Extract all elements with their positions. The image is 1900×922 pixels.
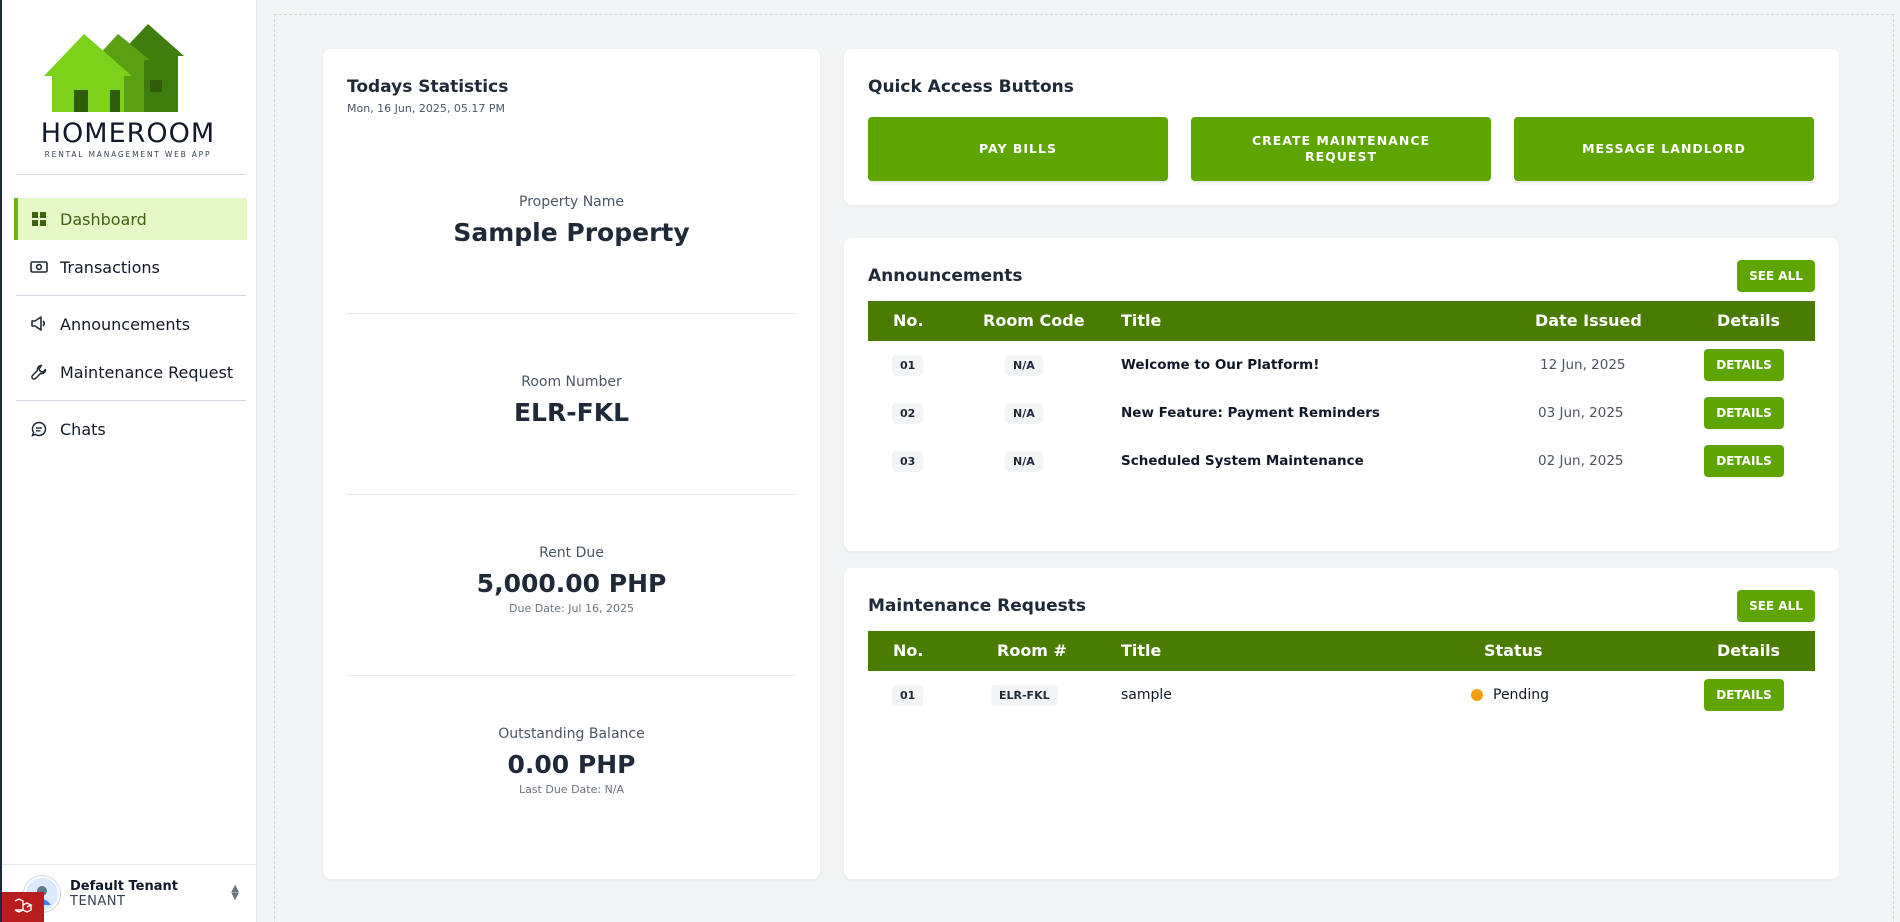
- row-number: 02: [892, 402, 924, 424]
- room-code: N/A: [1005, 450, 1043, 472]
- maintenance-requests-card: Maintenance Requests SEE ALL No. Room # …: [844, 568, 1839, 879]
- announcement-title: New Feature: Payment Reminders: [1121, 405, 1380, 421]
- stat-divider: [347, 675, 796, 676]
- row-number: 01: [892, 354, 924, 376]
- homeroom-logo: HOMEROOM RENTAL MANAGEMENT WEB APP: [38, 20, 218, 160]
- sidebar-divider: [16, 400, 246, 401]
- column-header: No.: [893, 311, 924, 330]
- column-header: Room Code: [983, 311, 1085, 330]
- megaphone-icon: [30, 315, 48, 333]
- stat-label: Room Number: [521, 374, 622, 390]
- see-all-maintenance-button[interactable]: SEE ALL: [1737, 590, 1815, 622]
- user-info: Default Tenant TENANT: [70, 879, 178, 909]
- sidebar-item-label: Maintenance Request: [60, 362, 234, 382]
- sidebar-item-label: Announcements: [60, 314, 191, 334]
- sidebar: HOMEROOM RENTAL MANAGEMENT WEB APP Dashb…: [0, 0, 257, 922]
- column-header: Date Issued: [1535, 311, 1642, 330]
- table-row: 01 N/A Welcome to Our Platform! 12 Jun, …: [868, 341, 1815, 389]
- logo-title: HOMEROOM: [40, 118, 216, 149]
- table-row: 02 N/A New Feature: Payment Reminders 03…: [868, 389, 1815, 437]
- sidebar-item-maintenance[interactable]: Maintenance Request: [14, 351, 247, 393]
- sidebar-item-label: Chats: [60, 419, 106, 439]
- announcement-title: Scheduled System Maintenance: [1121, 453, 1364, 469]
- column-header: Room #: [997, 641, 1067, 660]
- sidebar-item-chats[interactable]: Chats: [14, 408, 247, 450]
- date-issued: 03 Jun, 2025: [1538, 405, 1624, 421]
- row-number: 01: [892, 684, 924, 706]
- stat-value: Sample Property: [453, 218, 690, 247]
- table-row: 03 N/A Scheduled System Maintenance 02 J…: [868, 437, 1815, 485]
- status-text: Pending: [1493, 687, 1549, 703]
- property-name-stat: Property Name Sample Property: [347, 194, 796, 247]
- column-header: Title: [1121, 311, 1162, 330]
- sidebar-item-transactions[interactable]: Transactions: [14, 246, 247, 288]
- houses-logo-icon: [44, 24, 184, 112]
- details-button[interactable]: DETAILS: [1704, 679, 1784, 711]
- stat-value: ELR-FKL: [513, 398, 629, 427]
- see-all-announcements-button[interactable]: SEE ALL: [1737, 260, 1815, 292]
- column-header: Details: [1717, 641, 1781, 660]
- stat-value: 0.00 PHP: [507, 750, 636, 779]
- stat-note: Last Due Date: N/A: [518, 783, 625, 796]
- sidebar-divider: [16, 174, 246, 175]
- create-maintenance-request-button[interactable]: CREATE MAINTENANCE REQUEST: [1191, 117, 1491, 181]
- date-issued: 12 Jun, 2025: [1540, 357, 1626, 373]
- announcements-card: Announcements SEE ALL No. Room Code Titl…: [844, 238, 1839, 551]
- button-label: CREATE MAINTENANCE REQUEST: [1252, 133, 1430, 165]
- pay-bills-button[interactable]: PAY BILLS: [868, 117, 1168, 181]
- room-code: N/A: [1005, 402, 1043, 424]
- details-button[interactable]: DETAILS: [1704, 397, 1784, 429]
- stat-divider: [347, 494, 796, 495]
- quick-access-card: Quick Access Buttons PAY BILLS CREATE MA…: [844, 49, 1839, 205]
- rent-due-stat: Rent Due 5,000.00 PHP Due Date: Jul 16, …: [347, 545, 796, 615]
- chat-icon: [30, 420, 48, 438]
- stat-value: 5,000.00 PHP: [476, 569, 667, 598]
- button-label-line: CREATE MAINTENANCE: [1251, 133, 1431, 148]
- laravel-logo-icon[interactable]: [2, 892, 44, 922]
- card-title: Quick Access Buttons: [868, 77, 1074, 97]
- announcement-title: Welcome to Our Platform!: [1121, 357, 1320, 373]
- details-button[interactable]: DETAILS: [1704, 445, 1784, 477]
- stat-divider: [347, 313, 796, 314]
- wrench-icon: [30, 363, 48, 381]
- sidebar-item-label: Dashboard: [60, 209, 147, 229]
- sidebar-item-dashboard[interactable]: Dashboard: [14, 198, 247, 240]
- room-number: ELR-FKL: [991, 684, 1058, 706]
- room-number-stat: Room Number ELR-FKL: [347, 374, 796, 427]
- message-landlord-button[interactable]: MESSAGE LANDLORD: [1514, 117, 1814, 181]
- status-dot-icon: [1471, 689, 1483, 701]
- card-title: Announcements: [868, 266, 1023, 286]
- table-header: No. Room # Title Status Details: [868, 631, 1815, 671]
- dashboard-icon: [30, 210, 48, 228]
- room-code: N/A: [1005, 354, 1043, 376]
- details-button[interactable]: DETAILS: [1704, 349, 1784, 381]
- table-header: No. Room Code Title Date Issued Details: [868, 301, 1815, 341]
- column-header: Details: [1717, 311, 1781, 330]
- column-header: Title: [1121, 641, 1162, 660]
- stat-label: Outstanding Balance: [498, 726, 645, 742]
- request-title: sample: [1121, 687, 1172, 703]
- todays-statistics-card: Todays Statistics Mon, 16 Jun, 2025, 05.…: [323, 49, 820, 879]
- card-title: Maintenance Requests: [868, 596, 1086, 616]
- user-role: TENANT: [70, 893, 126, 909]
- stats-date: Mon, 16 Jun, 2025, 05.17 PM: [347, 102, 505, 115]
- sidebar-item-label: Transactions: [60, 257, 160, 277]
- stat-label: Rent Due: [539, 545, 604, 561]
- money-icon: [30, 258, 48, 276]
- outstanding-balance-stat: Outstanding Balance 0.00 PHP Last Due Da…: [347, 726, 796, 796]
- stat-label: Property Name: [519, 194, 624, 210]
- logo-subtitle: RENTAL MANAGEMENT WEB APP: [44, 150, 212, 159]
- stat-note: Due Date: Jul 16, 2025: [509, 602, 634, 615]
- sidebar-item-announcements[interactable]: Announcements: [14, 303, 247, 345]
- date-issued: 02 Jun, 2025: [1538, 453, 1624, 469]
- column-header: No.: [893, 641, 924, 660]
- column-header: Status: [1484, 641, 1543, 660]
- user-name: Default Tenant: [70, 878, 178, 894]
- sidebar-divider: [16, 295, 246, 296]
- table-row: 01 ELR-FKL sample Pending DETAILS: [868, 671, 1815, 719]
- button-label-line: REQUEST: [1304, 149, 1377, 164]
- row-number: 03: [892, 450, 924, 472]
- card-title: Todays Statistics: [347, 77, 509, 97]
- chevron-updown-icon[interactable]: ▲ ▼: [231, 884, 239, 902]
